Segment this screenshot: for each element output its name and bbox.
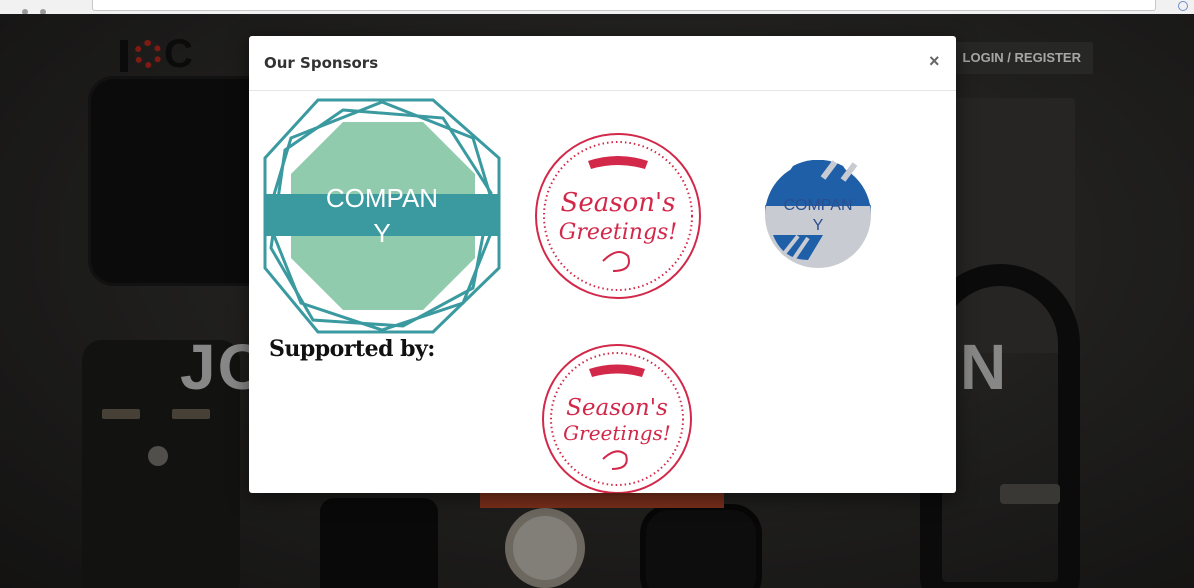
- modal-title: Our Sponsors: [264, 54, 379, 72]
- close-icon[interactable]: ×: [929, 51, 940, 71]
- modal-header: Our Sponsors ×: [249, 36, 956, 91]
- sponsor-company-2-line1: COMPAN: [783, 197, 852, 214]
- sponsors-modal: Our Sponsors × COMPAN Y Season's Greetin…: [249, 36, 956, 493]
- supported-by-heading: Supported by:: [269, 336, 435, 362]
- sponsor-company-1-line2: Y: [373, 218, 390, 248]
- sponsor-logo-seasons-greetings[interactable]: Season's Greetings!: [533, 131, 703, 301]
- supporter-seasons-line1: Season's: [566, 395, 668, 421]
- browser-nav-buttons[interactable]: [22, 2, 72, 15]
- browser-address-bar[interactable]: [92, 0, 1156, 11]
- sponsor-logo-company-2[interactable]: COMPAN Y: [763, 160, 873, 270]
- sponsor-seasons-1-line2: Greetings!: [559, 220, 677, 245]
- supporter-logo-seasons-greetings[interactable]: Season's Greetings!: [541, 343, 693, 493]
- browser-menu-icon[interactable]: [1178, 1, 1188, 11]
- supporter-seasons-line2: Greetings!: [563, 421, 671, 445]
- browser-toolbar: [0, 0, 1194, 15]
- sponsor-logo-company-1[interactable]: COMPAN Y: [263, 98, 501, 334]
- sponsor-company-1-line1: COMPAN: [326, 183, 438, 213]
- sponsor-company-2-line2: Y: [813, 217, 824, 234]
- sponsor-seasons-1-line1: Season's: [561, 188, 676, 218]
